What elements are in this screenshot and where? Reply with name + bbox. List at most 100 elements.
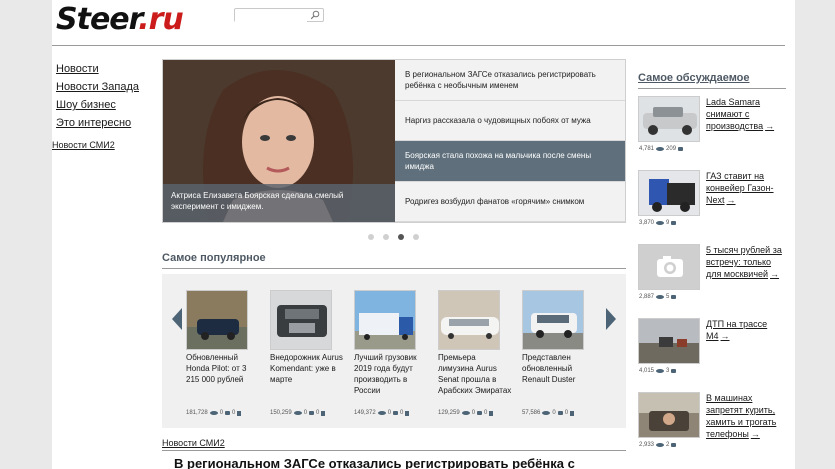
slide-caption[interactable]: Актриса Елизавета Боярская сделала смелы… bbox=[163, 184, 395, 222]
comment-icon bbox=[671, 443, 677, 447]
card-title[interactable]: Представлен обновленный Renault Duster bbox=[522, 352, 596, 385]
card-stats: 129,259 0 0 bbox=[438, 410, 494, 416]
slide-item[interactable]: Наргиз рассказала о чудовищных побоях от… bbox=[395, 101, 625, 141]
comments-count: 0 bbox=[303, 410, 308, 416]
comment-icon bbox=[671, 221, 677, 225]
discussed-stats: 2,933 2 bbox=[639, 442, 677, 448]
popular-card[interactable]: Лучший грузовик 2019 года будут производ… bbox=[354, 290, 428, 416]
card-stats: 150,259 0 0 bbox=[270, 410, 326, 416]
eye-icon bbox=[656, 147, 665, 151]
arrow-right-icon: → bbox=[770, 269, 780, 279]
arrow-right-icon: → bbox=[765, 121, 775, 131]
carousel-prev-arrow-icon[interactable] bbox=[172, 308, 182, 330]
discussed-link[interactable]: Lada Samara снимают с производства → bbox=[706, 96, 786, 132]
site-logo[interactable]: Steer.ru bbox=[56, 2, 184, 37]
smi2-news-link[interactable]: Новости СМИ2 bbox=[52, 140, 115, 150]
nav-item-interesting[interactable]: Это интересно bbox=[56, 114, 139, 132]
like-icon bbox=[321, 410, 326, 416]
discussed-image bbox=[638, 318, 700, 364]
slider-dots bbox=[368, 234, 419, 240]
discussed-image bbox=[638, 244, 700, 290]
slide-item-active[interactable]: Боярская стала похожа на мальчика после … bbox=[395, 141, 625, 182]
logo-main: Steer bbox=[56, 2, 139, 37]
eye-icon bbox=[209, 411, 218, 415]
comments-count: 0 bbox=[219, 410, 224, 416]
views-count: 129,259 bbox=[438, 410, 460, 416]
discussed-link[interactable]: ДТП на трассе М4 → bbox=[706, 318, 786, 342]
card-image bbox=[270, 290, 332, 350]
search-box bbox=[234, 8, 324, 26]
slider-dot[interactable] bbox=[383, 234, 389, 240]
search-icon[interactable] bbox=[310, 10, 320, 20]
nav-item-west-news[interactable]: Новости Запада bbox=[56, 78, 139, 96]
popular-divider bbox=[162, 268, 626, 269]
popular-carousel: Обновленный Honda Pilot: от 3 215 000 ру… bbox=[162, 274, 626, 428]
comment-icon bbox=[477, 411, 483, 415]
card-title[interactable]: Обновленный Honda Pilot: от 3 215 000 ру… bbox=[186, 352, 260, 385]
left-nav: Новости Новости Запада Шоу бизнес Это ин… bbox=[56, 60, 139, 132]
popular-card[interactable]: Обновленный Honda Pilot: от 3 215 000 ру… bbox=[186, 290, 260, 416]
comments-count: 5 bbox=[666, 294, 670, 300]
slider-dot-active[interactable] bbox=[398, 234, 404, 240]
arrow-right-icon: → bbox=[750, 429, 760, 439]
nav-item-showbiz[interactable]: Шоу бизнес bbox=[56, 96, 139, 114]
likes-count: 0 bbox=[316, 410, 320, 416]
like-icon bbox=[489, 410, 494, 416]
card-stats: 57,586 0 0 bbox=[522, 410, 575, 416]
discussed-title: Lada Samara снимают с производства bbox=[706, 97, 764, 131]
views-count: 3,870 bbox=[639, 220, 655, 226]
discussed-link[interactable]: ГАЗ ставит на конвейер Газон-Next → bbox=[706, 170, 786, 206]
card-title[interactable]: Премьера лимузина Aurus Senat прошла в А… bbox=[438, 352, 512, 396]
views-count: 150,259 bbox=[270, 410, 292, 416]
slide-item[interactable]: В региональном ЗАГСе отказались регистри… bbox=[395, 60, 625, 101]
discussed-title: В машинах запретят курить, хамить и трог… bbox=[706, 393, 777, 439]
discussed-stats: 4,015 3 bbox=[639, 368, 677, 374]
comments-count: 0 bbox=[552, 410, 556, 416]
views-count: 181,728 bbox=[186, 410, 208, 416]
slider-dot[interactable] bbox=[368, 234, 374, 240]
card-title[interactable]: Лучший грузовик 2019 года будут производ… bbox=[354, 352, 428, 396]
comment-icon bbox=[671, 295, 677, 299]
views-count: 4,781 bbox=[639, 146, 655, 152]
likes-count: 0 bbox=[484, 410, 488, 416]
likes-count: 0 bbox=[232, 410, 236, 416]
bottom-headline[interactable]: В региональном ЗАГСе отказались регистри… bbox=[174, 456, 575, 469]
popular-card[interactable]: Премьера лимузина Aurus Senat прошла в А… bbox=[438, 290, 512, 416]
eye-icon bbox=[656, 221, 665, 225]
popular-card[interactable]: Представлен обновленный Renault Duster 5… bbox=[522, 290, 596, 416]
discussed-link[interactable]: В машинах запретят курить, хамить и трог… bbox=[706, 392, 786, 440]
logo-tld: .ru bbox=[138, 2, 184, 37]
like-icon bbox=[405, 410, 410, 416]
eye-icon bbox=[656, 295, 665, 299]
bottom-divider bbox=[162, 450, 626, 451]
comment-icon bbox=[671, 369, 677, 373]
slide-item[interactable]: Родригез возбудил фанатов «горячим» сним… bbox=[395, 182, 625, 222]
page: Steer.ru Новости Новости Запада Шоу бизн… bbox=[52, 0, 795, 469]
card-stats: 181,728 0 0 bbox=[186, 410, 242, 416]
slider-dot[interactable] bbox=[413, 234, 419, 240]
comments-count: 2 bbox=[666, 442, 670, 448]
comment-icon bbox=[309, 411, 315, 415]
arrow-right-icon: → bbox=[720, 331, 730, 341]
discussed-link[interactable]: 5 тысяч рублей за встречу: только для мо… bbox=[706, 244, 786, 280]
nav-item-news[interactable]: Новости bbox=[56, 60, 139, 78]
carousel-next-arrow-icon[interactable] bbox=[606, 308, 616, 330]
eye-icon bbox=[656, 369, 665, 373]
popular-card[interactable]: Внедорожник Aurus Komendant: уже в марте… bbox=[270, 290, 344, 416]
card-image bbox=[438, 290, 500, 350]
discussed-title: ДТП на трассе М4 bbox=[706, 319, 768, 341]
discussed-divider bbox=[638, 88, 786, 89]
featured-slider: Актриса Елизавета Боярская сделала смелы… bbox=[162, 59, 626, 223]
card-title[interactable]: Внедорожник Aurus Komendant: уже в марте bbox=[270, 352, 344, 385]
popular-section-title: Самое популярное bbox=[162, 252, 266, 264]
discussed-image bbox=[638, 392, 700, 438]
search-input[interactable] bbox=[235, 13, 307, 26]
like-icon bbox=[570, 410, 575, 416]
featured-photo[interactable]: Актриса Елизавета Боярская сделала смелы… bbox=[163, 60, 395, 222]
views-count: 2,887 bbox=[639, 294, 655, 300]
smi2-news-link-bottom[interactable]: Новости СМИ2 bbox=[162, 438, 225, 448]
views-count: 57,586 bbox=[522, 410, 541, 416]
discussed-section-title[interactable]: Самое обсуждаемое bbox=[638, 72, 750, 84]
comment-icon bbox=[225, 411, 231, 415]
likes-count: 0 bbox=[564, 410, 569, 416]
